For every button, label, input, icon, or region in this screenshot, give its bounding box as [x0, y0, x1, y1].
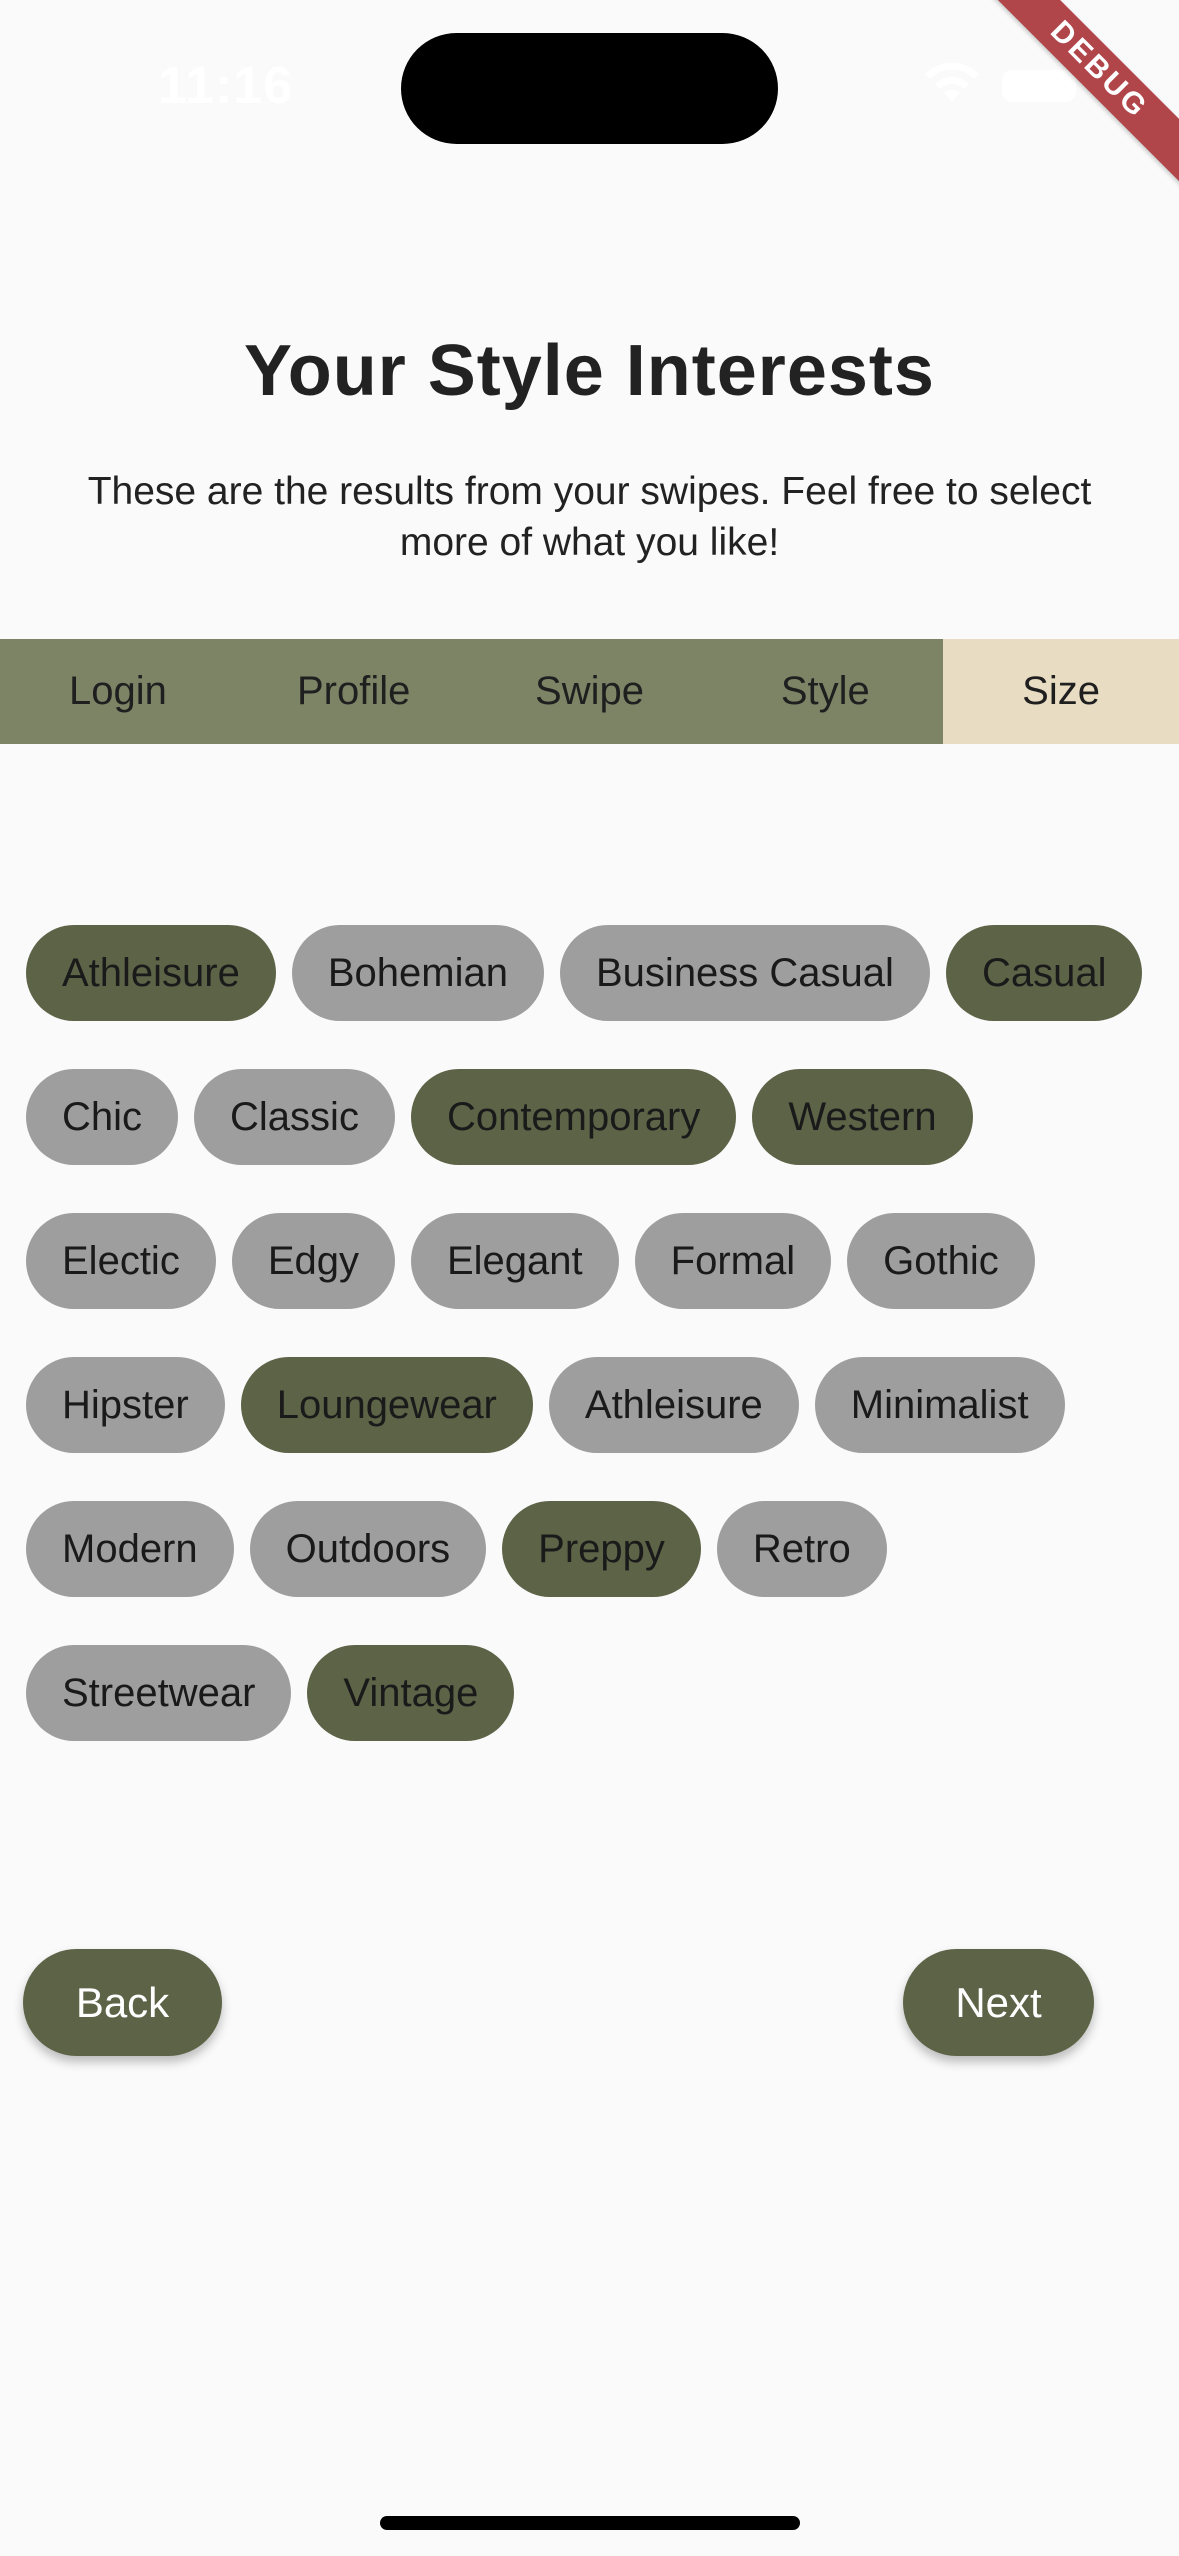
- style-chip[interactable]: Edgy: [231, 1213, 395, 1309]
- home-indicator: [380, 2516, 800, 2530]
- style-chip[interactable]: Minimalist: [814, 1357, 1065, 1453]
- step-tab-label: Login: [68, 669, 167, 713]
- step-tab-label: Swipe: [535, 669, 644, 713]
- next-button[interactable]: Next: [903, 1949, 1094, 2056]
- battery-icon: [1002, 70, 1076, 102]
- step-tab-size[interactable]: Size: [943, 639, 1179, 744]
- style-chip[interactable]: Bohemian: [291, 925, 544, 1021]
- back-button[interactable]: Back: [23, 1949, 222, 2056]
- style-chip[interactable]: Elegant: [410, 1213, 619, 1309]
- step-tab-login[interactable]: Login: [0, 639, 236, 744]
- style-chip[interactable]: Outdoors: [249, 1501, 487, 1597]
- style-chip[interactable]: Streetwear: [26, 1645, 292, 1741]
- style-chip[interactable]: Contemporary: [410, 1069, 737, 1165]
- dynamic-island: [401, 33, 778, 144]
- style-chip-group: Athleisure Bohemian Business Casual Casu…: [26, 925, 1161, 1741]
- style-chip[interactable]: Casual: [945, 925, 1143, 1021]
- style-chip[interactable]: Preppy: [502, 1501, 701, 1597]
- style-chip[interactable]: Western: [752, 1069, 973, 1165]
- step-tab-label: Size: [1022, 669, 1100, 713]
- step-tab-label: Profile: [297, 669, 411, 713]
- step-tab-swipe[interactable]: Swipe: [471, 639, 708, 744]
- style-chip[interactable]: Chic: [26, 1069, 179, 1165]
- style-chip[interactable]: Business Casual: [560, 925, 930, 1021]
- step-tab-label: Style: [780, 669, 870, 713]
- step-progress-bar: Login Profile Swipe Style Size: [0, 639, 1179, 744]
- step-tab-profile[interactable]: Profile: [235, 639, 472, 744]
- style-chip[interactable]: Gothic: [847, 1213, 1035, 1309]
- style-chip[interactable]: Formal: [634, 1213, 832, 1309]
- style-chip[interactable]: Retro: [716, 1501, 887, 1597]
- style-chip[interactable]: Classic: [194, 1069, 395, 1165]
- style-chip[interactable]: Athleisure: [548, 1357, 799, 1453]
- status-time: 11:16: [158, 57, 294, 115]
- wifi-icon: [925, 62, 979, 102]
- style-chip[interactable]: Vintage: [307, 1645, 515, 1741]
- style-chip[interactable]: Athleisure: [26, 925, 276, 1021]
- style-chip[interactable]: Loungewear: [240, 1357, 533, 1453]
- style-chip[interactable]: Hipster: [26, 1357, 225, 1453]
- page-title: Your Style Interests: [244, 331, 935, 411]
- page-subtitle: These are the results from your swipes. …: [87, 470, 1092, 564]
- step-tab-style[interactable]: Style: [707, 639, 944, 744]
- style-chip[interactable]: Electic: [26, 1213, 216, 1309]
- style-chip[interactable]: Modern: [26, 1501, 234, 1597]
